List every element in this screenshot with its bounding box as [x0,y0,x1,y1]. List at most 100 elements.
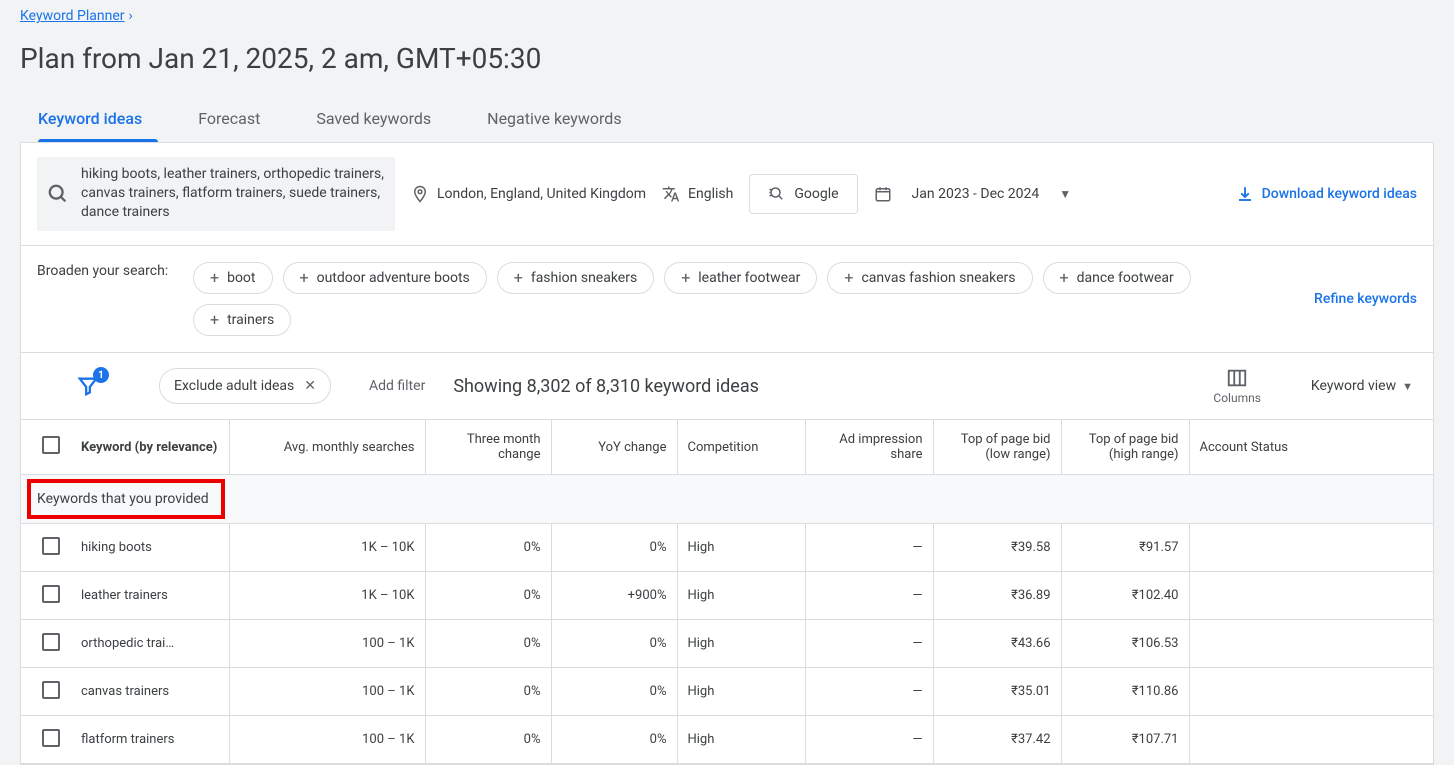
broaden-chips: +boot +outdoor adventure boots +fashion … [193,262,1283,336]
network-text: Google [794,186,838,202]
broaden-chip-leather[interactable]: + leather footwear [664,262,817,294]
broaden-chip-canvas[interactable]: +canvas fashion sneakers [827,262,1032,294]
filter-funnel-icon[interactable]: 1 [77,375,99,397]
plus-icon: + [844,270,853,286]
row-checkbox[interactable] [42,681,60,699]
network-filter[interactable]: Google [749,174,857,214]
cell-competition: High [677,668,805,716]
cell-keyword: flatform trainers [71,716,229,764]
col-low-bid[interactable]: Top of page bid (low range) [933,420,1061,475]
view-label: Keyword view [1311,378,1396,394]
cell-3m: 0% [425,716,551,764]
broaden-chip-trainers[interactable]: +trainers [193,304,291,336]
tab-saved-keywords[interactable]: Saved keywords [300,97,447,142]
cell-high-bid: ₹102.40 [1061,572,1189,620]
table-row: leather trainers 1K – 10K 0% +900% High … [21,572,1433,620]
location-icon [411,185,429,203]
table-row: orthopedic trai… 100 – 1K 0% 0% High — ₹… [21,620,1433,668]
cell-low-bid: ₹37.42 [933,716,1061,764]
broaden-chip-outdoor[interactable]: +outdoor adventure boots [283,262,487,294]
calendar-icon [874,185,892,203]
cell-yoy: 0% [551,668,677,716]
add-filter-button[interactable]: Add filter [369,378,425,394]
close-icon[interactable]: ✕ [304,378,316,394]
cell-yoy: +900% [551,572,677,620]
search-text: hiking boots, leather trainers, orthoped… [81,165,385,223]
col-searches[interactable]: Avg. monthly searches [229,420,425,475]
col-high-bid[interactable]: Top of page bid (high range) [1061,420,1189,475]
location-text: London, England, United Kingdom [437,186,646,202]
table-row: flatform trainers 100 – 1K 0% 0% High — … [21,716,1433,764]
cell-searches: 1K – 10K [229,524,425,572]
tab-keyword-ideas[interactable]: Keyword ideas [20,97,158,142]
col-keyword[interactable]: Keyword (by relevance) [71,420,229,475]
keyword-search-box[interactable]: hiking boots, leather trainers, orthoped… [37,157,395,231]
row-checkbox-cell [21,572,71,620]
cell-yoy: 0% [551,620,677,668]
language-text: English [688,186,733,202]
col-impression[interactable]: Ad impression share [805,420,933,475]
col-yoy[interactable]: YoY change [551,420,677,475]
cell-impression: — [805,572,933,620]
date-range-filter[interactable]: Jan 2023 - Dec 2024 ▼ [874,185,1072,203]
row-checkbox[interactable] [42,729,60,747]
cell-competition: High [677,524,805,572]
cell-competition: High [677,572,805,620]
page-title: Plan from Jan 21, 2025, 2 am, GMT+05:30 [20,42,1434,75]
tab-negative-keywords[interactable]: Negative keywords [471,97,637,142]
view-dropdown[interactable]: Keyword view ▼ [1311,378,1413,394]
broaden-chip-fashion[interactable]: +fashion sneakers [497,262,654,294]
download-icon [1236,185,1254,203]
date-range-text: Jan 2023 - Dec 2024 [912,186,1040,202]
cell-high-bid: ₹106.53 [1061,620,1189,668]
broaden-chip-boot[interactable]: +boot [193,262,273,294]
broaden-label: Broaden your search: [37,262,177,280]
chip-label: outdoor adventure boots [317,270,470,286]
cell-status [1189,716,1433,764]
chip-label: leather footwear [698,270,800,286]
broaden-chip-dance[interactable]: +dance footwear [1043,262,1191,294]
row-checkbox[interactable] [42,633,60,651]
chip-text: Exclude adult ideas [174,378,294,394]
cell-keyword: orthopedic trai… [71,620,229,668]
tabs: Keyword ideas Forecast Saved keywords Ne… [20,97,1434,143]
select-all-header [21,420,71,475]
cell-impression: — [805,668,933,716]
row-checkbox[interactable] [42,537,60,555]
cell-status [1189,668,1433,716]
translate-icon [662,185,680,203]
result-count: Showing 8,302 of 8,310 keyword ideas [453,376,759,397]
cell-3m: 0% [425,572,551,620]
search-icon [47,183,69,205]
cell-searches: 100 – 1K [229,716,425,764]
columns-button[interactable]: Columns [1213,367,1261,405]
chip-label: trainers [227,312,274,328]
columns-label: Columns [1213,391,1261,405]
plus-icon: + [210,270,219,286]
select-all-checkbox[interactable] [42,436,60,454]
plus-icon: + [681,270,690,286]
breadcrumb-link[interactable]: Keyword Planner [20,8,125,24]
col-status[interactable]: Account Status [1189,420,1433,475]
col-competition[interactable]: Competition [677,420,805,475]
refine-keywords-button[interactable]: Refine keywords [1314,291,1417,307]
tab-forecast[interactable]: Forecast [182,97,276,142]
keyword-table: Keyword (by relevance) Avg. monthly sear… [21,420,1433,764]
table-row: canvas trainers 100 – 1K 0% 0% High — ₹3… [21,668,1433,716]
cell-yoy: 0% [551,716,677,764]
language-filter[interactable]: English [662,185,733,203]
cell-keyword: leather trainers [71,572,229,620]
cell-yoy: 0% [551,524,677,572]
col-3m[interactable]: Three month change [425,420,551,475]
download-button[interactable]: Download keyword ideas [1236,185,1417,203]
cell-competition: High [677,716,805,764]
cell-impression: — [805,620,933,668]
columns-icon [1226,367,1248,389]
location-filter[interactable]: London, England, United Kingdom [411,185,646,203]
row-checkbox-cell [21,716,71,764]
row-checkbox[interactable] [42,585,60,603]
cell-low-bid: ₹36.89 [933,572,1061,620]
section-label: Keywords that you provided [27,479,225,519]
chevron-right-icon: › [129,8,133,24]
exclude-adult-chip[interactable]: Exclude adult ideas ✕ [159,368,331,404]
